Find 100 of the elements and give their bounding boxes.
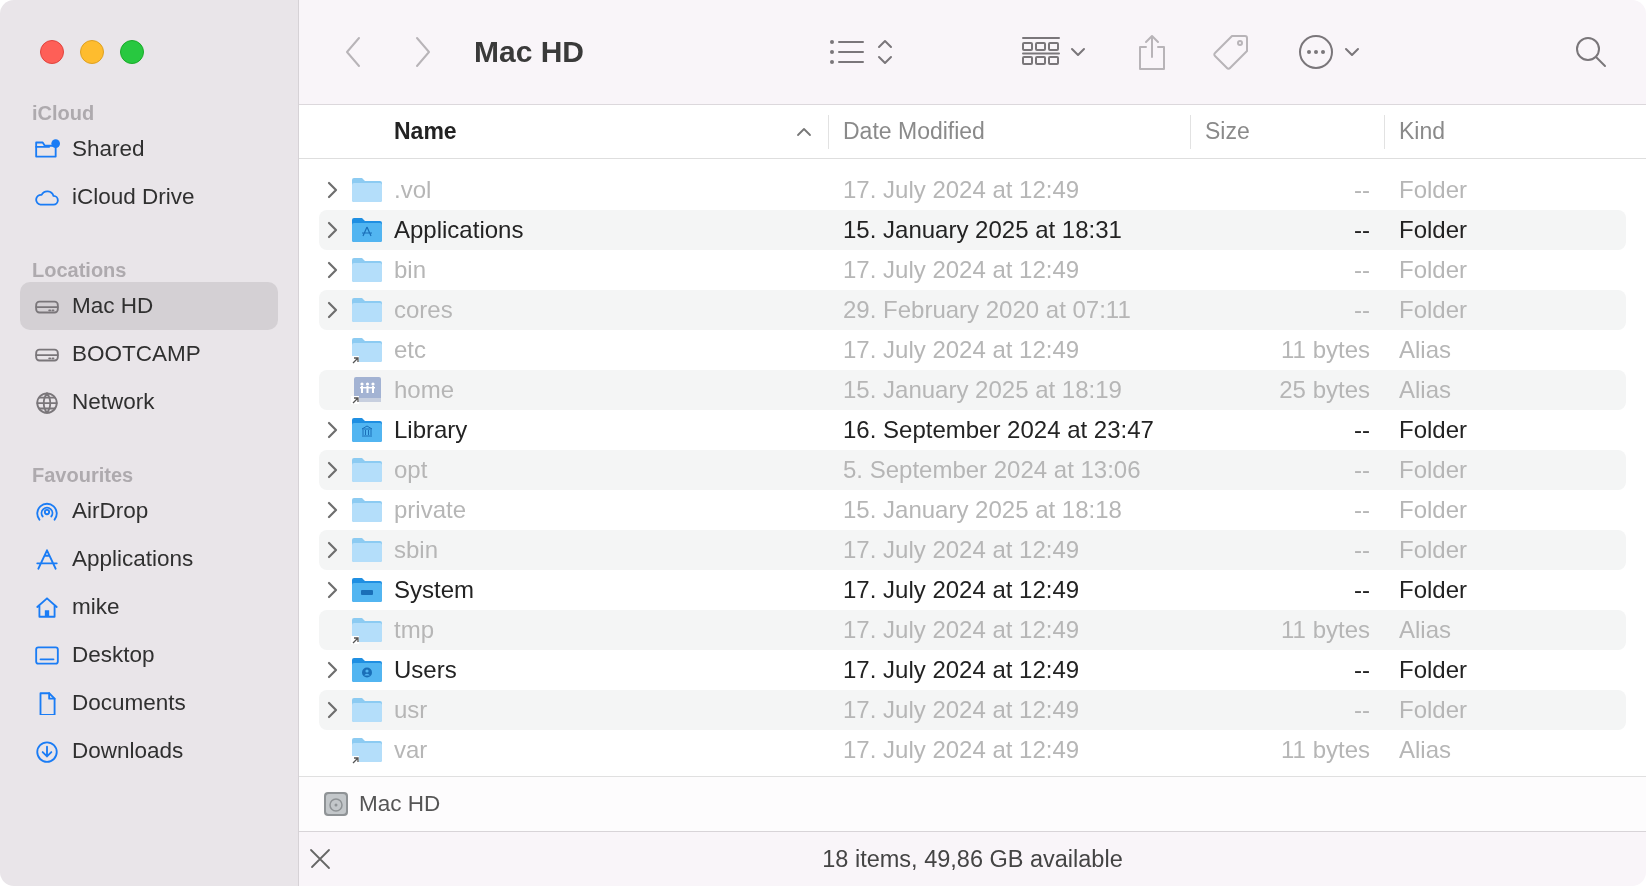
file-kind: Folder (1398, 656, 1469, 684)
file-row[interactable]: Library 16. September 2024 at 23:47 -- Folder (319, 410, 1626, 450)
chevron-down-icon (1070, 47, 1087, 57)
file-name: .vol (394, 176, 433, 204)
file-name: tmp (394, 616, 435, 644)
window-title: Mac HD (474, 35, 585, 69)
file-size: -- (1354, 536, 1370, 564)
folder-icon (351, 456, 383, 484)
sidebar-item[interactable]: Applications (20, 535, 278, 583)
file-name: cores (394, 296, 454, 324)
grid-icon (1022, 36, 1061, 68)
sidebar-item[interactable]: Documents (20, 679, 278, 727)
file-name: Library (394, 416, 469, 444)
folder-icon (351, 656, 383, 684)
file-size: 11 bytes (1281, 336, 1370, 364)
file-size: -- (1354, 256, 1370, 284)
file-kind: Folder (1398, 416, 1469, 444)
file-kind: Alias (1398, 376, 1453, 404)
list-icon (829, 39, 866, 65)
date-modified: 17. July 2024 at 12:49 (843, 536, 1081, 564)
date-modified: 29. February 2020 at 07:11 (843, 296, 1132, 324)
house-icon (34, 595, 60, 619)
file-name: etc (394, 336, 427, 364)
date-modified: 17. July 2024 at 12:49 (843, 696, 1081, 724)
date-modified: 17. July 2024 at 12:49 (843, 736, 1081, 764)
file-size: 11 bytes (1281, 616, 1370, 644)
file-name: private (394, 496, 468, 524)
sidebar-item[interactable]: mike (20, 583, 278, 631)
date-modified: 15. January 2025 at 18:18 (843, 496, 1123, 524)
ellipsis-circle-icon (1298, 34, 1335, 70)
file-row[interactable]: Applications 15. January 2025 at 18:31 -- Folder (319, 210, 1626, 250)
file-kind: Folder (1398, 216, 1469, 244)
file-row[interactable]: System 17. July 2024 at 12:49 -- Folder (319, 570, 1626, 610)
folder-icon (351, 256, 383, 284)
file-name: sbin (394, 536, 440, 564)
status-text: 18 items, 49,86 GB available (822, 845, 1123, 873)
file-kind: Alias (1398, 616, 1453, 644)
file-size: -- (1354, 176, 1370, 204)
close-button[interactable] (40, 40, 64, 64)
file-kind: Folder (1398, 456, 1469, 484)
network-drive-alias-icon (351, 376, 383, 404)
file-kind: Alias (1398, 336, 1453, 364)
globe-icon (34, 390, 60, 414)
sidebar-section-title: Favourites (31, 463, 134, 487)
sidebar-item[interactable]: Downloads (20, 727, 278, 775)
sidebar-item[interactable]: Network (20, 378, 278, 426)
date-modified: 17. July 2024 at 12:49 (843, 576, 1081, 604)
file-size: -- (1354, 296, 1370, 324)
file-name: bin (394, 256, 428, 284)
file-size: 25 bytes (1279, 376, 1370, 404)
file-name: Applications (394, 216, 525, 244)
folder-icon (351, 296, 383, 324)
file-kind: Folder (1398, 536, 1469, 564)
file-name: home (394, 376, 456, 404)
folder-icon (351, 696, 383, 724)
more-actions-button[interactable] (1298, 32, 1361, 72)
date-modified: 15. January 2025 at 18:31 (843, 216, 1123, 244)
file-kind: Folder (1398, 696, 1469, 724)
desktop-icon (34, 643, 60, 667)
date-modified: 17. July 2024 at 12:49 (843, 336, 1081, 364)
file-kind: Folder (1398, 496, 1469, 524)
alias-folder-icon (351, 336, 383, 364)
column-header[interactable]: Name (299, 114, 828, 149)
folder-icon (351, 416, 383, 444)
alias-folder-icon (351, 616, 383, 644)
app-store-icon (34, 547, 60, 571)
path-item[interactable]: Mac HD (359, 791, 441, 817)
download-icon (34, 739, 60, 763)
file-size: 11 bytes (1281, 736, 1370, 764)
date-modified: 17. July 2024 at 12:49 (843, 256, 1081, 284)
date-modified: 5. September 2024 at 13:06 (843, 456, 1142, 484)
date-modified: 17. July 2024 at 12:49 (843, 656, 1081, 684)
file-size: -- (1354, 216, 1370, 244)
sidebar-item[interactable]: Shared (20, 125, 278, 173)
sidebar-item[interactable]: Desktop (20, 631, 278, 679)
file-name: System (394, 576, 475, 604)
folder-icon (351, 576, 383, 604)
up-down-chevron-icon (877, 38, 894, 66)
file-name: var (394, 736, 429, 764)
date-modified: 16. September 2024 at 23:47 (843, 416, 1155, 444)
sidebar-section-title: iCloud (31, 101, 95, 125)
sidebar-item[interactable]: iCloud Drive (20, 173, 278, 221)
file-row[interactable]: Users 17. July 2024 at 12:49 -- Folder (319, 650, 1626, 690)
file-kind: Alias (1398, 736, 1453, 764)
sidebar-item[interactable]: Mac HD (20, 282, 278, 330)
date-modified: 17. July 2024 at 12:49 (843, 176, 1081, 204)
file-size: -- (1354, 696, 1370, 724)
file-kind: Folder (1398, 576, 1469, 604)
alias-folder-icon (351, 736, 383, 764)
file-size: -- (1354, 656, 1370, 684)
file-size: -- (1354, 456, 1370, 484)
file-kind: Folder (1398, 296, 1469, 324)
date-modified: 17. July 2024 at 12:49 (843, 616, 1081, 644)
folder-icon (351, 176, 383, 204)
folder-icon (351, 496, 383, 524)
file-kind: Folder (1398, 256, 1469, 284)
crossed-tools-icon[interactable] (309, 848, 331, 870)
sidebar-item[interactable]: AirDrop (20, 487, 278, 535)
sidebar-item[interactable]: BOOTCAMP (20, 330, 278, 378)
sidebar-section-title: Locations (31, 258, 127, 282)
